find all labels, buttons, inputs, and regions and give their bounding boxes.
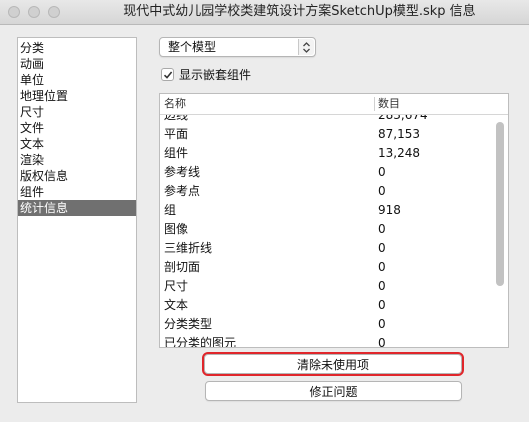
table-row: 尺寸 0 (160, 277, 496, 296)
nested-components-checkbox[interactable] (161, 68, 174, 81)
row-count: 0 (378, 279, 386, 293)
row-name: 分类类型 (164, 317, 213, 331)
sidebar-item-geo-location[interactable]: 地理位置 (18, 88, 136, 104)
sidebar-item-file[interactable]: 文件 (18, 120, 136, 136)
row-name: 参考点 (164, 184, 201, 198)
row-name: 平面 (164, 127, 189, 141)
scope-select-value: 整个模型 (168, 40, 217, 54)
table-row: 已分类的图元 0 (160, 334, 496, 348)
sidebar-item-classifications[interactable]: 分类 (18, 40, 136, 56)
sidebar-item-animation[interactable]: 动画 (18, 56, 136, 72)
sidebar-item-rendering[interactable]: 渲染 (18, 152, 136, 168)
sidebar-item-units[interactable]: 单位 (18, 72, 136, 88)
table-header: 名称 数目 (160, 94, 508, 115)
row-count: 0 (378, 184, 386, 198)
up-down-chevron-icon (298, 39, 314, 55)
category-sidebar: 分类 动画 单位 地理位置 尺寸 文件 文本 渲染 版权信息 组件 统计信息 (17, 37, 137, 403)
sidebar-item-credits[interactable]: 版权信息 (18, 168, 136, 184)
statistics-table: 名称 数目 边线 283,674 平面 87,153 组件 13,248 参考线 0 参… (159, 93, 509, 348)
table-scrollbar[interactable] (496, 122, 504, 286)
table-body: 边线 283,674 平面 87,153 组件 13,248 参考线 0 参考点 0 组9… (160, 106, 496, 348)
table-row: 剖切面 0 (160, 258, 496, 277)
table-row: 组件 13,248 (160, 144, 496, 163)
row-count: 13,248 (378, 146, 420, 160)
row-count: 0 (378, 317, 386, 331)
nested-components-label[interactable]: 显示嵌套组件 (179, 67, 251, 83)
column-header-count[interactable]: 数目 (378, 94, 400, 114)
row-name: 尺寸 (164, 279, 189, 293)
purge-unused-button[interactable]: 清除未使用项 (202, 352, 464, 376)
column-header-name[interactable]: 名称 (164, 94, 186, 114)
row-name: 已分类的图元 (164, 336, 237, 348)
model-info-window: 现代中式幼儿园学校类建筑设计方案SketchUp模型.skp 信息 分类 动画 … (0, 0, 529, 422)
column-divider (374, 97, 375, 111)
table-row: 平面 87,153 (160, 125, 496, 144)
sidebar-item-text[interactable]: 文本 (18, 136, 136, 152)
row-name: 文本 (164, 298, 189, 312)
sidebar-item-components[interactable]: 组件 (18, 184, 136, 200)
title-bar: 现代中式幼儿园学校类建筑设计方案SketchUp模型.skp 信息 (0, 0, 529, 25)
scope-select[interactable]: 整个模型 (159, 37, 316, 57)
table-row: 参考点 0 (160, 182, 496, 201)
zoom-window-button[interactable] (48, 6, 60, 18)
sidebar-item-dimensions[interactable]: 尺寸 (18, 104, 136, 120)
row-count: 87,153 (378, 127, 420, 141)
window-title: 现代中式幼儿园学校类建筑设计方案SketchUp模型.skp 信息 (123, 4, 476, 19)
row-name: 图像 (164, 222, 189, 236)
row-name: 组 (164, 203, 177, 217)
table-row: 图像 0 (160, 220, 496, 239)
row-count: 0 (378, 298, 386, 312)
row-name: 三维折线 (164, 241, 213, 255)
row-count: 0 (378, 165, 386, 179)
close-window-button[interactable] (8, 6, 20, 18)
row-count: 0 (378, 241, 386, 255)
row-name: 剖切面 (164, 260, 201, 274)
table-row: 组 918 (160, 201, 496, 220)
sidebar-item-statistics[interactable]: 统计信息 (18, 200, 136, 216)
table-row: 分类类型 0 (160, 315, 496, 334)
row-count: 918 (378, 203, 401, 217)
row-count: 0 (378, 260, 386, 274)
fix-problems-button[interactable]: 修正问题 (205, 381, 462, 401)
minimize-window-button[interactable] (28, 6, 40, 18)
row-count: 0 (378, 336, 386, 348)
table-row: 参考线 0 (160, 163, 496, 182)
table-row: 文本 0 (160, 296, 496, 315)
row-count: 0 (378, 222, 386, 236)
row-name: 组件 (164, 146, 189, 160)
row-name: 参考线 (164, 165, 201, 179)
table-row: 三维折线 0 (160, 239, 496, 258)
